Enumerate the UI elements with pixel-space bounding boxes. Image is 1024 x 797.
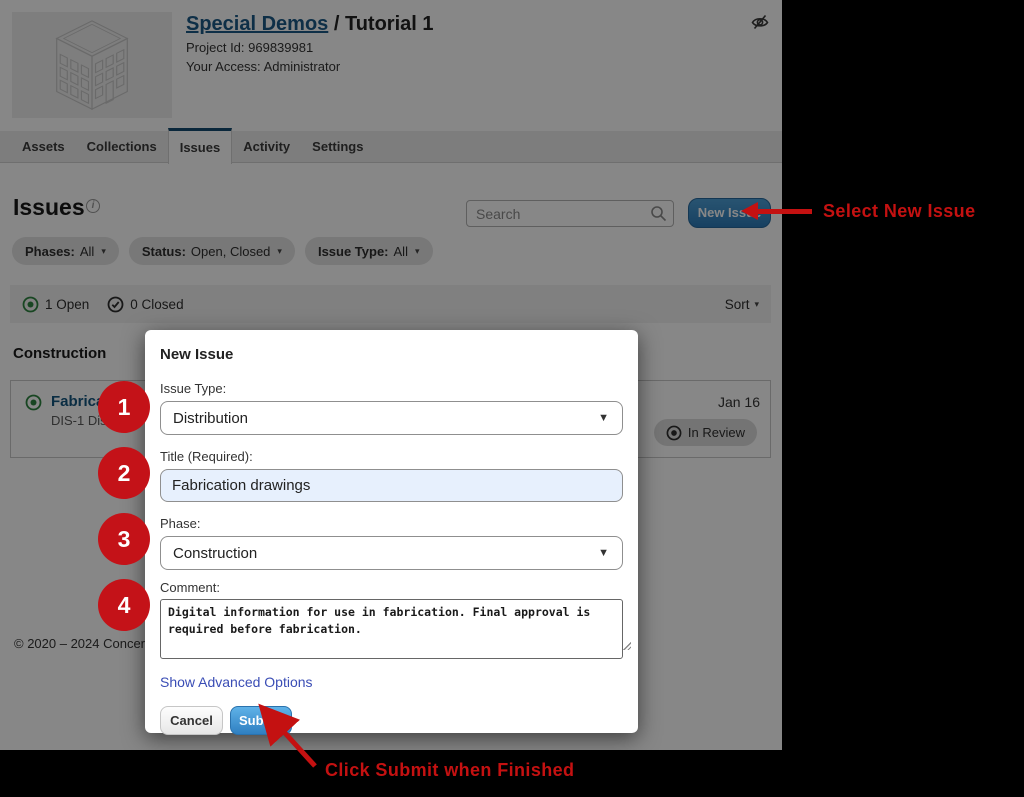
chevron-down-icon: ▼ bbox=[598, 547, 609, 559]
cancel-button[interactable]: Cancel bbox=[160, 706, 223, 735]
show-advanced-options-link[interactable]: Show Advanced Options bbox=[160, 674, 313, 690]
resize-handle-icon[interactable] bbox=[622, 641, 631, 650]
annotation-click-submit: Click Submit when Finished bbox=[325, 760, 574, 781]
step-2-badge: 2 bbox=[98, 447, 150, 499]
phase-value: Construction bbox=[173, 545, 257, 562]
comment-textarea[interactable]: Digital information for use in fabricati… bbox=[160, 599, 623, 659]
arrow-left-icon bbox=[741, 202, 758, 220]
dialog-title: New Issue bbox=[160, 346, 623, 363]
step-3-badge: 3 bbox=[98, 513, 150, 565]
title-label: Title (Required): bbox=[160, 449, 623, 464]
app-window: Special Demos / Tutorial 1 Project Id: 9… bbox=[0, 0, 782, 750]
step-1-number: 1 bbox=[118, 394, 131, 421]
comment-label: Comment: bbox=[160, 580, 623, 595]
phase-select[interactable]: Construction ▼ bbox=[160, 536, 623, 570]
step-4-number: 4 bbox=[118, 592, 131, 619]
step-3-number: 3 bbox=[118, 526, 131, 553]
new-issue-dialog: New Issue Issue Type: Distribution ▼ Tit… bbox=[145, 330, 638, 733]
chevron-down-icon: ▼ bbox=[598, 412, 609, 424]
issue-type-label: Issue Type: bbox=[160, 381, 623, 396]
annotation-select-new-issue: Select New Issue bbox=[823, 201, 975, 222]
step-4-badge: 4 bbox=[98, 579, 150, 631]
issue-type-select[interactable]: Distribution ▼ bbox=[160, 401, 623, 435]
phase-label: Phase: bbox=[160, 516, 623, 531]
step-2-number: 2 bbox=[118, 460, 131, 487]
step-1-badge: 1 bbox=[98, 381, 150, 433]
title-input[interactable] bbox=[160, 469, 623, 502]
arrow-line bbox=[757, 209, 812, 214]
issue-type-value: Distribution bbox=[173, 410, 248, 427]
